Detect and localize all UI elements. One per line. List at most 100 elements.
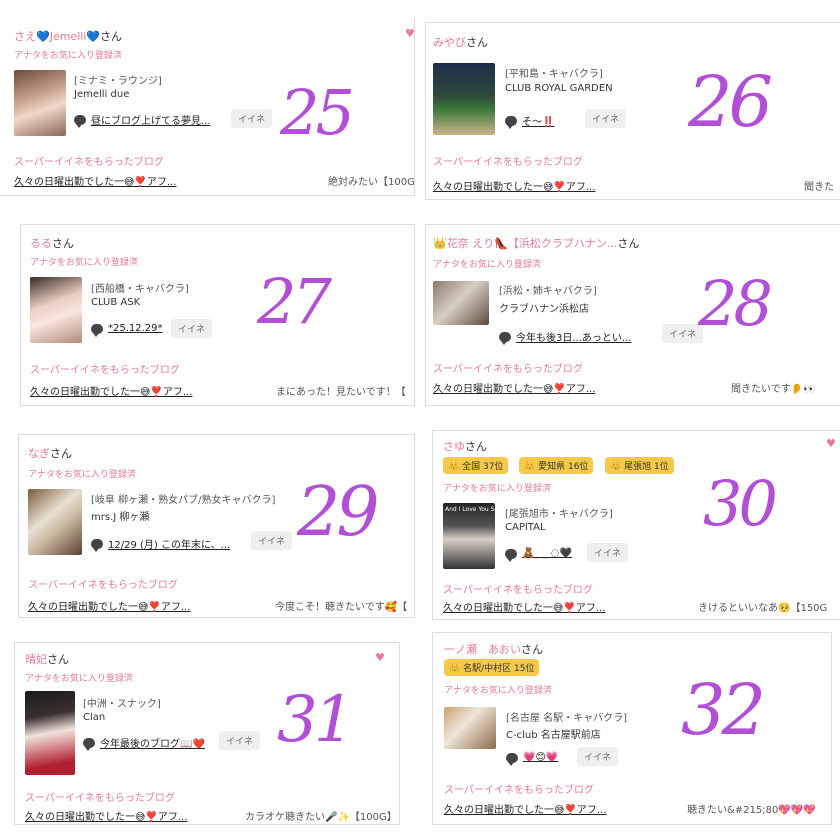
- iine-button[interactable]: イイネ: [662, 324, 704, 343]
- comment-bubble-icon: [505, 548, 517, 562]
- comment-bubble-icon: [505, 115, 517, 129]
- club-name: C-club 名古屋駅前店: [506, 730, 601, 741]
- comment-text: カラオケ聴きたい🎤✨【100G】: [245, 812, 397, 823]
- club-name: CLUB ASK: [91, 297, 141, 308]
- girl-name[interactable]: 晴妃さん: [25, 651, 69, 667]
- comment-text: まにあった！見たいです！【: [276, 387, 406, 398]
- super-iine-label: スーパーイイネをもらったブログ: [28, 580, 178, 591]
- comment-text: 聞きたいです👂👀: [731, 384, 816, 395]
- handwritten-number: 30: [703, 467, 778, 540]
- featured-blog-link[interactable]: 久々の日曜出勤でした一😅❣️アフ...: [28, 598, 190, 613]
- super-iine-label: スーパーイイネをもらったブログ: [14, 157, 164, 168]
- girl-name[interactable]: さゆさん: [443, 438, 487, 454]
- comment-bubble-icon: [83, 737, 95, 751]
- handwritten-number: 32: [681, 669, 766, 751]
- shop-area: [名古屋 名駅・キャバクラ]: [506, 713, 627, 724]
- latest-blog-link[interactable]: 12/29 (月) この年末に、...: [91, 536, 230, 552]
- girl-card-26[interactable]: みやびさん [平和島・キャバクラ] CLUB ROYAL GARDEN そ〜‼️…: [425, 22, 840, 200]
- iine-button[interactable]: イイネ: [231, 109, 273, 128]
- girl-photo[interactable]: [444, 707, 496, 749]
- rank-badge-city: 👑 尾張旭 1位: [605, 457, 674, 474]
- girl-card-30[interactable]: さゆさん ♥ 👑 全国 37位 👑 愛知県 16位 👑 尾張旭 1位 アナタをお…: [432, 430, 840, 620]
- club-name: クラブハナン浜松店: [499, 304, 589, 315]
- shop-area: [岐阜 柳ヶ瀬・熟女パブ/熟女キャバクラ]: [91, 495, 276, 506]
- super-iine-label: スーパーイイネをもらったブログ: [443, 585, 593, 596]
- girl-photo[interactable]: [30, 277, 82, 343]
- featured-blog-link[interactable]: 久々の日曜出勤でした一😅❣️アフ...: [25, 808, 187, 823]
- girl-card-32[interactable]: 一ノ瀬 あおいさん 👑 名駅/中村区 15位 アナタをお気に入り登録済 [名古屋…: [432, 632, 832, 825]
- super-iine-label: スーパーイイネをもらったブログ: [444, 785, 594, 796]
- latest-blog-link[interactable]: 今年最後のブログ📖❤️: [83, 735, 205, 751]
- featured-blog-link[interactable]: 久々の日曜出勤でした一😅❣️アフ...: [433, 380, 595, 395]
- favorite-status: アナタをお気に入り登録済: [28, 470, 136, 480]
- girl-photo[interactable]: [433, 63, 495, 135]
- heart-icon[interactable]: ♥: [405, 27, 414, 40]
- latest-blog-link[interactable]: *25.12.29*: [91, 323, 163, 337]
- favorite-status: アナタをお気に入り登録済: [30, 258, 138, 268]
- super-iine-label: スーパーイイネをもらったブログ: [433, 157, 583, 168]
- featured-blog-link[interactable]: 久々の日曜出勤でした一😅❣️アフ...: [433, 178, 595, 193]
- featured-blog-link[interactable]: 久々の日曜出勤でした一😅❣️アフ...: [14, 173, 176, 188]
- featured-blog-link[interactable]: 久々の日曜出勤でした一😅❣️アフ...: [444, 801, 606, 816]
- shop-area: [西船橋・キャバクラ]: [91, 284, 189, 295]
- girl-name[interactable]: なぎさん: [28, 445, 72, 461]
- girl-card-28[interactable]: 👑花奈 えり👠【浜松クラブハナン...さん アナタをお気に入り登録済 [浜松・姉…: [425, 224, 840, 406]
- heart-icon[interactable]: ♥: [826, 437, 836, 450]
- comment-text: 聴きたい&#215;80💖💖💖: [687, 805, 816, 816]
- handwritten-number: 25: [280, 76, 355, 149]
- shop-area: [平和島・キャバクラ]: [505, 69, 603, 80]
- heart-icon[interactable]: ♥: [375, 651, 385, 664]
- latest-blog-link[interactable]: 🧸_ _ ◌🖤: [505, 548, 572, 562]
- favorite-status: アナタをお気に入り登録済: [433, 260, 541, 270]
- handwritten-number: 31: [277, 683, 354, 757]
- shop-area: [ミナミ・ラウンジ]: [74, 76, 162, 87]
- girl-photo[interactable]: [433, 281, 489, 325]
- girl-photo[interactable]: And I Love You So.: [443, 503, 495, 569]
- girl-card-29[interactable]: なぎさん アナタをお気に入り登録済 [岐阜 柳ヶ瀬・熟女パブ/熟女キャバクラ] …: [18, 434, 415, 618]
- shop-area: [尾張旭市・キャバクラ]: [505, 509, 613, 520]
- super-iine-label: スーパーイイネをもらったブログ: [30, 365, 180, 376]
- handwritten-number: 29: [297, 473, 380, 552]
- latest-blog-link[interactable]: 昼にブログ上げてる夢見...: [74, 112, 211, 128]
- comment-bubble-icon: [506, 752, 518, 766]
- girl-photo[interactable]: [28, 489, 82, 555]
- latest-blog-link[interactable]: 今年も後3日...あっとい...: [499, 329, 631, 345]
- comment-text: 今度こそ！聴きたいです🥰【: [275, 602, 408, 613]
- iine-button[interactable]: イイネ: [251, 531, 293, 550]
- iine-button[interactable]: イイネ: [219, 731, 261, 750]
- iine-button[interactable]: イイネ: [577, 747, 619, 766]
- handwritten-number: 27: [257, 265, 332, 338]
- iine-button[interactable]: イイネ: [587, 543, 629, 562]
- comment-text: 聞きた: [804, 182, 834, 193]
- featured-blog-link[interactable]: 久々の日曜出勤でした一😅❣️アフ...: [443, 599, 605, 614]
- comment-bubble-icon: [74, 114, 86, 128]
- comment-bubble-icon: [91, 323, 103, 337]
- club-name: mrs.J 柳ヶ瀬: [91, 512, 150, 523]
- girl-name[interactable]: さえ💙Jemelli💙さん: [14, 28, 122, 44]
- favorite-status: アナタをお気に入り登録済: [444, 686, 552, 696]
- girl-card-31[interactable]: 晴妃さん ♥ アナタをお気に入り登録済 [中洲・スナック] Clan 今年最後の…: [14, 642, 400, 825]
- girl-name[interactable]: 一ノ瀬 あおいさん: [444, 641, 543, 657]
- rank-badge-area: 👑 名駅/中村区 15位: [444, 659, 540, 676]
- super-iine-label: スーパーイイネをもらったブログ: [25, 793, 175, 804]
- latest-blog-link[interactable]: 💗😊💗: [506, 752, 558, 766]
- shop-area: [浜松・姉キャバクラ]: [499, 286, 597, 297]
- girl-name[interactable]: 👑花奈 えり👠【浜松クラブハナン...さん: [433, 235, 639, 251]
- girl-card-25[interactable]: さえ💙Jemelli💙さん ♥ アナタをお気に入り登録済 [ミナミ・ラウンジ] …: [0, 18, 415, 196]
- girl-photo[interactable]: [14, 70, 66, 136]
- favorite-status: アナタをお気に入り登録済: [25, 674, 133, 684]
- featured-blog-link[interactable]: 久々の日曜出勤でした一😅❣️アフ...: [30, 383, 192, 398]
- rank-badge-national: 👑 全国 37位: [443, 457, 509, 474]
- comment-bubble-icon: [91, 538, 103, 552]
- girl-name[interactable]: みやびさん: [433, 34, 488, 50]
- latest-blog-link[interactable]: そ〜‼️: [505, 113, 554, 129]
- iine-button[interactable]: イイネ: [171, 319, 213, 338]
- club-name: CLUB ROYAL GARDEN: [505, 83, 613, 94]
- girl-card-27[interactable]: るるさん アナタをお気に入り登録済 [西船橋・キャバクラ] CLUB ASK *…: [20, 224, 415, 406]
- shop-area: [中洲・スナック]: [83, 699, 161, 710]
- iine-button[interactable]: イイネ: [585, 109, 627, 128]
- girl-photo[interactable]: [25, 691, 75, 775]
- comment-text: きけるといいなあ🥺【150G: [698, 603, 828, 614]
- handwritten-number: 26: [688, 61, 773, 143]
- girl-name[interactable]: るるさん: [30, 235, 74, 251]
